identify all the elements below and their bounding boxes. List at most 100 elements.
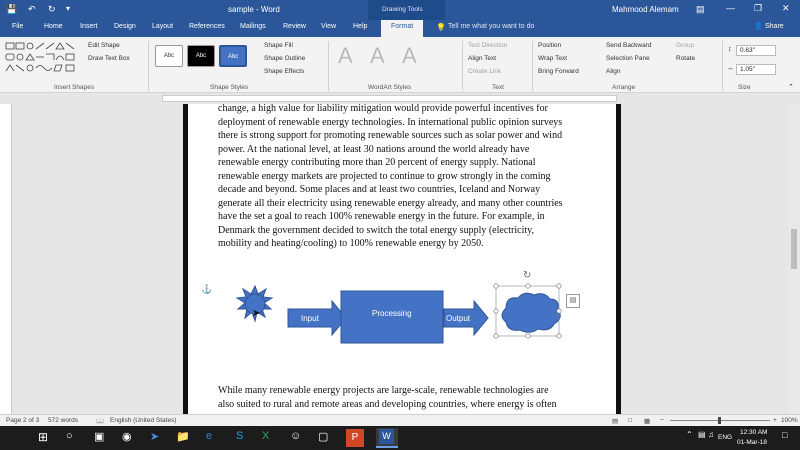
arrange-group-label: Arrange (612, 84, 636, 91)
save-icon[interactable]: 💾 (6, 4, 17, 15)
tab-help[interactable]: Help (353, 23, 367, 30)
layout-options-icon[interactable]: ▤ (566, 294, 580, 308)
task-view-icon[interactable]: ▣ (94, 430, 110, 446)
zoom-slider-thumb[interactable] (718, 417, 721, 424)
text-line: deployment of renewable energy technolog… (218, 116, 563, 128)
clock-time[interactable]: 12:30 AM (740, 429, 767, 436)
vertical-scrollbar[interactable] (788, 104, 800, 414)
print-layout-icon[interactable]: □ (628, 417, 632, 424)
tab-mailings[interactable]: Mailings (240, 23, 266, 30)
windows-taskbar: ⊞ ○ ▣ ◉ ➤ 📁 e S X ☺ ▢ P W ⌃ ▤ ♫ ENG 12:3… (0, 426, 800, 450)
page-count[interactable]: Page 2 of 3 (6, 417, 39, 424)
shape-width-field[interactable]: 1.05" (736, 64, 776, 75)
shape-outline-button[interactable]: Shape Outline (264, 55, 305, 62)
anchor-icon[interactable]: ⚓ (201, 284, 212, 295)
qat-customize-icon[interactable]: ▾ (66, 4, 70, 13)
doc-title: sample - Word (228, 5, 280, 14)
shape-style-white[interactable]: Abc (155, 45, 183, 67)
text-line: also suited to rural and remote areas an… (218, 398, 557, 410)
tab-home[interactable]: Home (44, 23, 63, 30)
rotate-button[interactable]: Rotate (676, 55, 695, 62)
proofing-icon[interactable]: 📖 (96, 417, 104, 425)
tab-review[interactable]: Review (283, 23, 306, 30)
edit-shape-button[interactable]: Edit Shape (88, 42, 120, 49)
input-label: Input (301, 314, 320, 323)
text-direction-button[interactable]: Text Direction (468, 42, 507, 49)
tab-references[interactable]: References (189, 23, 225, 30)
shape-styles-group-label: Shape Styles (210, 84, 249, 91)
wordart-group-label: WordArt Styles (368, 84, 412, 91)
windows-start-icon[interactable]: ⊞ (38, 430, 54, 446)
bring-forward-button[interactable]: Bring Forward (538, 68, 579, 75)
shape-style-blue[interactable]: Abc (219, 45, 247, 67)
zoom-in-icon[interactable]: + (773, 417, 777, 424)
ribbon-tabs: File Home Insert Design Layout Reference… (0, 20, 800, 37)
ribbon-divider (462, 41, 463, 91)
text-line: change, a high value for liability mitig… (218, 104, 548, 114)
shape-fill-button[interactable]: Shape Fill (264, 42, 293, 49)
tab-view[interactable]: View (321, 23, 336, 30)
tab-layout[interactable]: Layout (152, 23, 173, 30)
wrap-text-button[interactable]: Wrap Text (538, 55, 567, 62)
skype-icon[interactable]: S (236, 430, 252, 446)
minimize-icon[interactable]: — (726, 3, 735, 13)
wordart-style-1[interactable]: A (338, 43, 353, 69)
language[interactable]: English (United States) (110, 417, 176, 424)
share-button[interactable]: Share (765, 23, 784, 30)
chrome-icon[interactable]: ◉ (122, 430, 138, 446)
selection-pane-button[interactable]: Selection Pane (606, 55, 650, 62)
word-taskbar-button[interactable]: W (376, 428, 398, 448)
tab-design[interactable]: Design (114, 23, 136, 30)
restore-icon[interactable]: ❐ (754, 3, 762, 14)
rotate-handle-icon[interactable]: ↻ (523, 270, 531, 281)
user-name[interactable]: Mahmood Alemam (612, 5, 679, 14)
ruler-track[interactable] (162, 95, 617, 102)
edge-icon[interactable]: e (206, 430, 222, 446)
shape-height-field[interactable]: 0.63" (736, 45, 776, 56)
read-mode-icon[interactable]: ▤ (612, 417, 618, 425)
powerpoint-icon[interactable]: P (346, 429, 364, 447)
align-button[interactable]: Align (606, 68, 620, 75)
clock-date[interactable]: 01-Mar-18 (737, 439, 767, 446)
collapse-ribbon-icon[interactable]: ⌃ (788, 83, 794, 91)
redo-icon[interactable]: ↻ (48, 4, 56, 15)
group-button[interactable]: Group (676, 42, 694, 49)
align-text-button[interactable]: Align Text (468, 55, 496, 62)
notifications-icon[interactable]: □ (782, 430, 798, 446)
zoom-out-icon[interactable]: − (660, 417, 664, 424)
scrollbar-thumb[interactable] (791, 229, 797, 269)
text-line: mobility and heating/cooling) to 100% re… (218, 238, 484, 249)
shapes-gallery[interactable] (4, 41, 84, 75)
create-link-button[interactable]: Create Link (468, 68, 501, 75)
file-explorer-icon[interactable]: 📁 (176, 430, 192, 446)
wordart-style-3[interactable]: A (402, 43, 417, 69)
shape-style-black[interactable]: Abc (187, 45, 215, 67)
search-icon[interactable]: ○ (66, 430, 82, 446)
word-count[interactable]: 572 words (48, 417, 78, 424)
people-icon[interactable]: ☺ (290, 430, 306, 446)
tab-format[interactable]: Format (381, 20, 424, 37)
paragraph-1[interactable]: change, a high value for liability mitig… (218, 104, 596, 251)
tab-file[interactable]: File (12, 23, 23, 30)
input-language[interactable]: ENG (718, 434, 732, 441)
text-line: there is strong support for promoting re… (218, 130, 563, 141)
ribbon-display-icon[interactable]: ▤ (696, 4, 705, 15)
tell-me-input[interactable]: Tell me what you want to do (448, 23, 534, 30)
close-icon[interactable]: ✕ (782, 3, 790, 14)
wordart-style-2[interactable]: A (370, 43, 385, 69)
excel-icon[interactable]: X (262, 430, 278, 446)
paragraph-2[interactable]: While many renewable energy projects are… (218, 384, 596, 411)
web-layout-icon[interactable]: ▦ (644, 417, 650, 425)
document-page[interactable]: change, a high value for liability mitig… (183, 104, 621, 414)
store-icon[interactable]: ▢ (318, 430, 334, 446)
tab-insert[interactable]: Insert (80, 23, 98, 30)
telegram-icon[interactable]: ➤ (150, 430, 166, 446)
cloud-shape[interactable] (501, 292, 561, 333)
undo-icon[interactable]: ↶ (28, 4, 36, 15)
position-button[interactable]: Position (538, 42, 561, 49)
text-line: renewable energy contributing more than … (218, 157, 536, 168)
send-backward-button[interactable]: Send Backward (606, 42, 652, 49)
shape-effects-button[interactable]: Shape Effects (264, 68, 304, 75)
draw-text-box-button[interactable]: Draw Text Box (88, 55, 130, 62)
zoom-level[interactable]: 100% (781, 417, 798, 424)
